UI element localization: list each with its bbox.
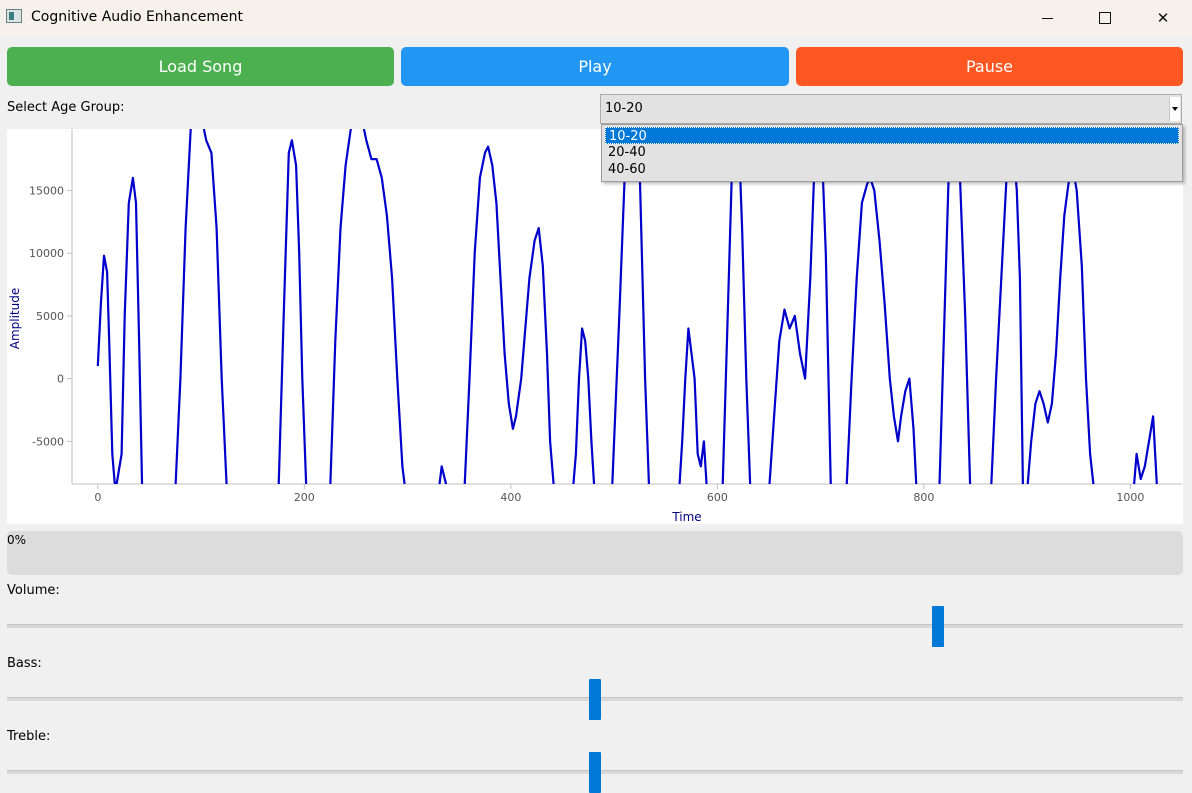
volume-slider-handle[interactable] <box>932 606 945 647</box>
minimize-icon <box>1041 17 1053 19</box>
bass-label: Bass: <box>7 656 42 671</box>
maximize-button[interactable] <box>1076 0 1134 36</box>
close-button[interactable]: ✕ <box>1134 0 1192 36</box>
x-tick-label: 800 <box>913 491 934 504</box>
age-option-40-60[interactable]: 40-60 <box>605 161 1179 178</box>
age-group-selected-value: 10-20 <box>605 101 643 116</box>
title-bar: Cognitive Audio Enhancement ✕ <box>0 0 1192 36</box>
play-button[interactable]: Play <box>401 47 789 86</box>
x-tick-label: 0 <box>94 491 101 504</box>
progress-bar: 0% <box>7 531 1183 575</box>
treble-label: Treble: <box>7 729 51 744</box>
minimize-button[interactable] <box>1018 0 1076 36</box>
pause-button[interactable]: Pause <box>796 47 1183 86</box>
treble-slider-handle[interactable] <box>589 752 601 793</box>
age-group-select[interactable]: 10-20 <box>600 94 1182 124</box>
bass-slider-handle[interactable] <box>589 679 601 720</box>
chevron-down-icon[interactable] <box>1169 97 1180 121</box>
x-tick-label: 200 <box>294 491 315 504</box>
age-option-10-20[interactable]: 10-20 <box>605 127 1179 144</box>
x-tick-label: 600 <box>707 491 728 504</box>
age-option-20-40[interactable]: 20-40 <box>605 144 1179 161</box>
load-song-button[interactable]: Load Song <box>7 47 394 86</box>
y-tick-label: 0 <box>57 373 64 386</box>
x-tick-label: 400 <box>500 491 521 504</box>
x-tick-label: 1000 <box>1116 491 1144 504</box>
waveform-plot: 0 200 400 600 800 1000 -5000 0 5000 10000 15000 Tim… <box>7 129 1183 524</box>
y-tick-label: 10000 <box>29 247 64 260</box>
y-tick-label: 15000 <box>29 184 64 197</box>
age-group-label: Select Age Group: <box>7 100 125 115</box>
maximize-icon <box>1099 12 1111 24</box>
app-icon <box>6 9 22 23</box>
volume-slider-track[interactable] <box>7 624 1183 628</box>
waveform-line <box>96 129 1158 484</box>
waveform-chart: 0 200 400 600 800 1000 -5000 0 5000 10000 15000 Tim… <box>8 129 1182 524</box>
volume-label: Volume: <box>7 583 60 598</box>
y-tick-label: 5000 <box>36 310 64 323</box>
window-title: Cognitive Audio Enhancement <box>31 9 243 25</box>
progress-text: 0% <box>7 533 27 547</box>
y-tick-label: -5000 <box>32 435 64 448</box>
y-axis-label: Amplitude <box>8 288 22 350</box>
close-icon: ✕ <box>1156 9 1170 27</box>
age-group-dropdown: 10-20 20-40 40-60 <box>601 124 1183 182</box>
x-axis-label: Time <box>671 510 701 524</box>
